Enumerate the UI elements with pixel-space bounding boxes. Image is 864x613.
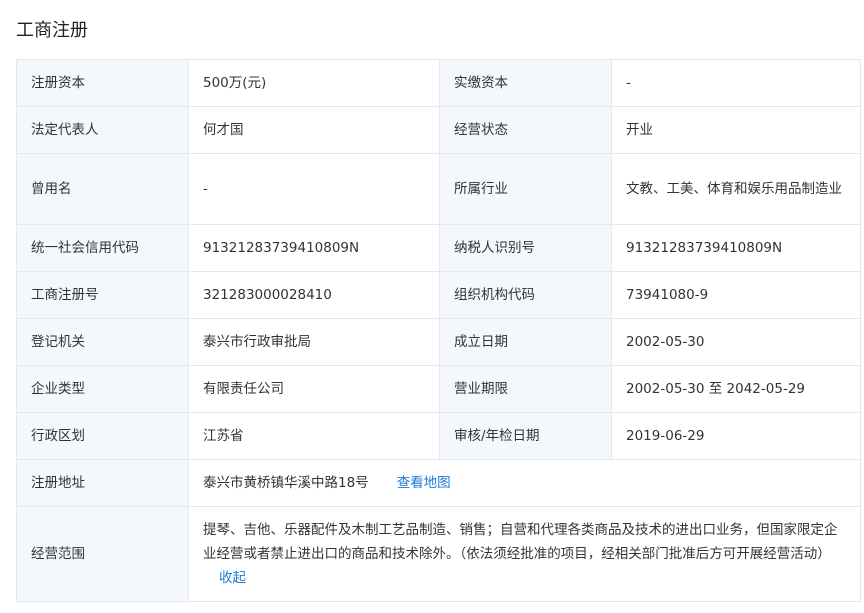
field-label: 纳税人识别号 bbox=[439, 224, 612, 272]
field-value: 2002-05-30 至 2042-05-29 bbox=[611, 365, 861, 413]
field-label: 统一社会信用代码 bbox=[16, 224, 189, 272]
field-value: 何才国 bbox=[188, 106, 440, 154]
field-value: - bbox=[188, 153, 440, 225]
field-value: 73941080-9 bbox=[611, 271, 861, 319]
table-row: 统一社会信用代码 91321283739410809N 纳税人识别号 91321… bbox=[16, 224, 861, 272]
field-label: 组织机构代码 bbox=[439, 271, 612, 319]
registration-table: 注册资本 500万(元) 实缴资本 - 法定代表人 何才国 经营状态 开业 曾用… bbox=[16, 59, 861, 602]
scope-cell: 提琴、吉他、乐器配件及木制工艺品制造、销售；自营和代理各类商品及技术的进出口业务… bbox=[188, 506, 861, 602]
field-label: 成立日期 bbox=[439, 318, 612, 366]
address-label: 注册地址 bbox=[16, 459, 189, 507]
business-registration-panel: 工商注册 注册资本 500万(元) 实缴资本 - 法定代表人 何才国 经营状态 … bbox=[0, 0, 864, 613]
address-cell: 泰兴市黄桥镇华溪中路18号 查看地图 bbox=[188, 459, 861, 507]
field-label: 营业期限 bbox=[439, 365, 612, 413]
field-label: 登记机关 bbox=[16, 318, 189, 366]
scope-label: 经营范围 bbox=[16, 506, 189, 602]
field-label: 曾用名 bbox=[16, 153, 189, 225]
view-map-link[interactable]: 查看地图 bbox=[397, 475, 451, 491]
field-label: 经营状态 bbox=[439, 106, 612, 154]
field-label: 企业类型 bbox=[16, 365, 189, 413]
field-value: 江苏省 bbox=[188, 412, 440, 460]
field-label: 工商注册号 bbox=[16, 271, 189, 319]
table-row: 工商注册号 321283000028410 组织机构代码 73941080-9 bbox=[16, 271, 861, 319]
field-value: - bbox=[611, 59, 861, 107]
table-row: 曾用名 - 所属行业 文教、工美、体育和娱乐用品制造业 bbox=[16, 153, 861, 225]
field-value: 开业 bbox=[611, 106, 861, 154]
field-label: 行政区划 bbox=[16, 412, 189, 460]
field-value: 泰兴市行政审批局 bbox=[188, 318, 440, 366]
table-row-address: 注册地址 泰兴市黄桥镇华溪中路18号 查看地图 bbox=[16, 459, 861, 507]
table-row: 企业类型 有限责任公司 营业期限 2002-05-30 至 2042-05-29 bbox=[16, 365, 861, 413]
table-row: 行政区划 江苏省 审核/年检日期 2019-06-29 bbox=[16, 412, 861, 460]
table-row: 登记机关 泰兴市行政审批局 成立日期 2002-05-30 bbox=[16, 318, 861, 366]
section-title: 工商注册 bbox=[16, 20, 88, 41]
table-row: 注册资本 500万(元) 实缴资本 - bbox=[16, 59, 861, 107]
collapse-link[interactable]: 收起 bbox=[219, 570, 246, 586]
field-value: 91321283739410809N bbox=[611, 224, 861, 272]
address-value: 泰兴市黄桥镇华溪中路18号 bbox=[203, 475, 369, 491]
field-label: 注册资本 bbox=[16, 59, 189, 107]
field-value: 2019-06-29 bbox=[611, 412, 861, 460]
field-label: 审核/年检日期 bbox=[439, 412, 612, 460]
field-value: 321283000028410 bbox=[188, 271, 440, 319]
scope-value: 提琴、吉他、乐器配件及木制工艺品制造、销售；自营和代理各类商品及技术的进出口业务… bbox=[203, 522, 838, 562]
field-value: 500万(元) bbox=[188, 59, 440, 107]
field-value: 2002-05-30 bbox=[611, 318, 861, 366]
field-value: 有限责任公司 bbox=[188, 365, 440, 413]
field-value: 文教、工美、体育和娱乐用品制造业 bbox=[611, 153, 861, 225]
table-row-scope: 经营范围 提琴、吉他、乐器配件及木制工艺品制造、销售；自营和代理各类商品及技术的… bbox=[16, 506, 861, 602]
field-label: 实缴资本 bbox=[439, 59, 612, 107]
table-row: 法定代表人 何才国 经营状态 开业 bbox=[16, 106, 861, 154]
field-label: 法定代表人 bbox=[16, 106, 189, 154]
field-value: 91321283739410809N bbox=[188, 224, 440, 272]
field-label: 所属行业 bbox=[439, 153, 612, 225]
